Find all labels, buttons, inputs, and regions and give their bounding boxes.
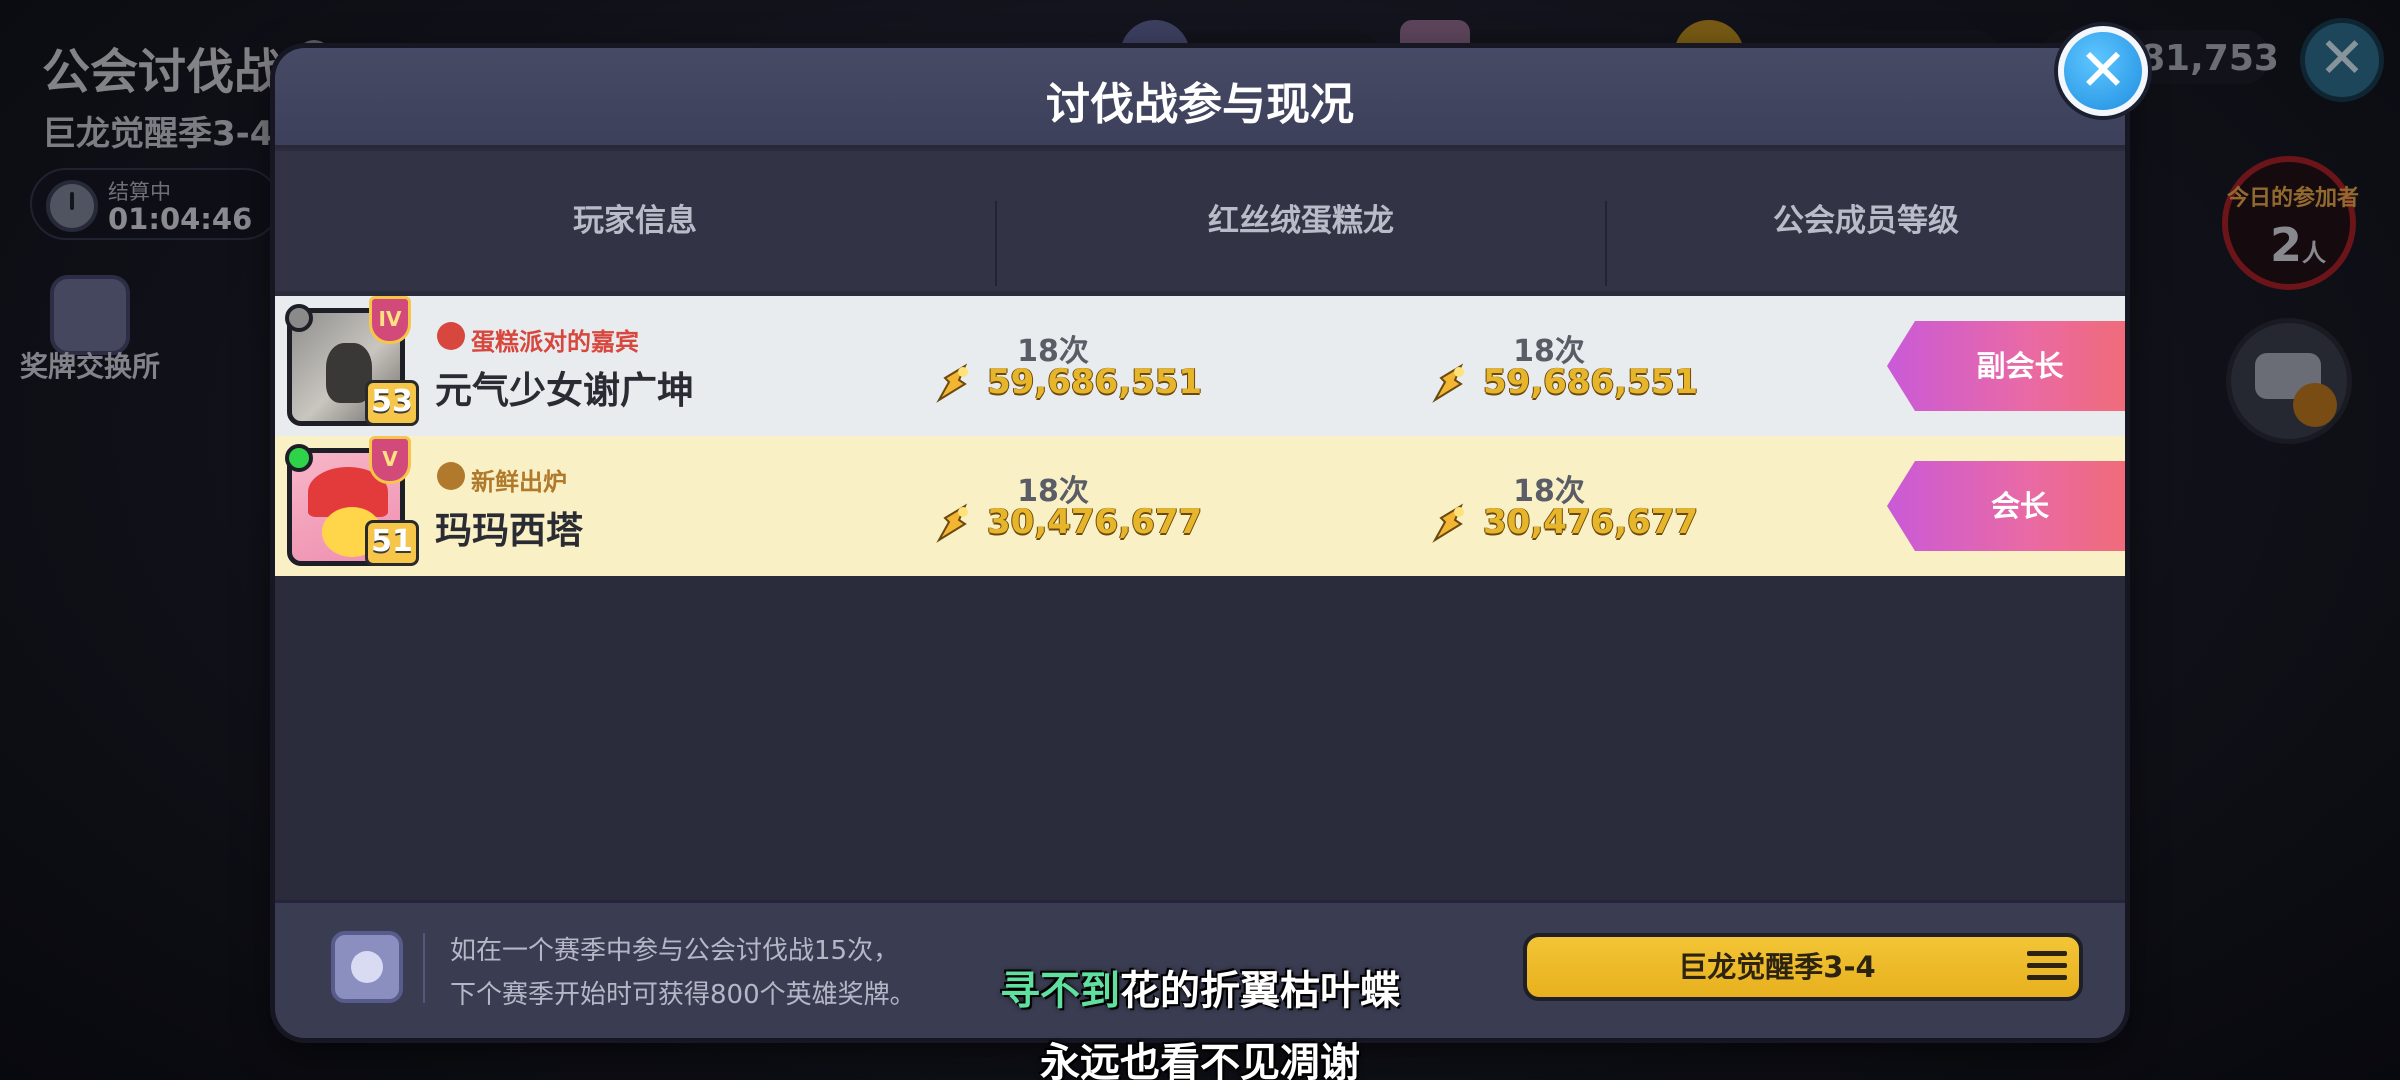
offline-status-icon <box>285 304 313 332</box>
modal-close-button[interactable]: ✕ <box>2058 26 2148 116</box>
video-subtitle: 永远也看不见凋谢 <box>1040 1039 1360 1080</box>
video-subtitle: 寻不到花的折翼枯叶蝶 <box>0 958 2400 1016</box>
role-tag: 副会长 <box>1887 321 2125 411</box>
cake-title-icon <box>437 322 465 350</box>
damage-score: 59,686,551 <box>1483 362 1699 402</box>
table-header: 玩家信息 红丝绒蛋糕龙 公会成员等级 <box>275 151 2125 291</box>
damage-icon <box>1432 503 1464 543</box>
bread-title-icon <box>437 462 465 490</box>
level-badge: 51 <box>365 520 419 566</box>
player-name: 元气少女谢广坤 <box>435 369 694 412</box>
player-name: 玛玛西塔 <box>435 509 583 552</box>
damage-score: 30,476,677 <box>1483 502 1699 542</box>
column-member-rank: 公会成员等级 <box>1773 203 1959 239</box>
modal-title: 讨伐战参与现况 <box>1046 79 1354 130</box>
player-title: 新鲜出炉 <box>471 468 567 496</box>
column-player-info: 玩家信息 <box>573 203 697 239</box>
damage-score: 30,476,677 <box>987 502 1203 542</box>
damage-score: 59,686,551 <box>987 362 1203 402</box>
damage-icon <box>1432 363 1464 403</box>
role-label: 会长 <box>1990 489 2049 523</box>
subtitle-text: 花的折翼枯叶蝶 <box>1120 967 1400 1014</box>
subtitle-highlight: 寻不到 <box>1000 967 1120 1014</box>
table-row[interactable]: IV 53 蛋糕派对的嘉宾 元气少女谢广坤 18次 59,686,551 18次… <box>275 296 2125 436</box>
player-title: 蛋糕派对的嘉宾 <box>471 328 639 356</box>
online-status-icon <box>285 444 313 472</box>
role-tag: 会长 <box>1887 461 2125 551</box>
rank-badge: IV <box>369 296 411 344</box>
participation-modal: 讨伐战参与现况 玩家信息 红丝绒蛋糕龙 公会成员等级 IV 53 蛋糕派对的嘉宾… <box>275 48 2125 1038</box>
damage-icon <box>936 503 968 543</box>
column-boss: 红丝绒蛋糕龙 <box>1208 203 1394 239</box>
modal-header: 讨伐战参与现况 <box>275 48 2125 148</box>
list-empty-area <box>275 576 2125 946</box>
table-row[interactable]: V 51 新鲜出炉 玛玛西塔 18次 30,476,677 18次 30,476… <box>275 436 2125 576</box>
role-label: 副会长 <box>1976 349 2064 383</box>
level-badge: 53 <box>365 380 419 426</box>
damage-icon <box>936 363 968 403</box>
rank-badge: V <box>369 436 411 484</box>
